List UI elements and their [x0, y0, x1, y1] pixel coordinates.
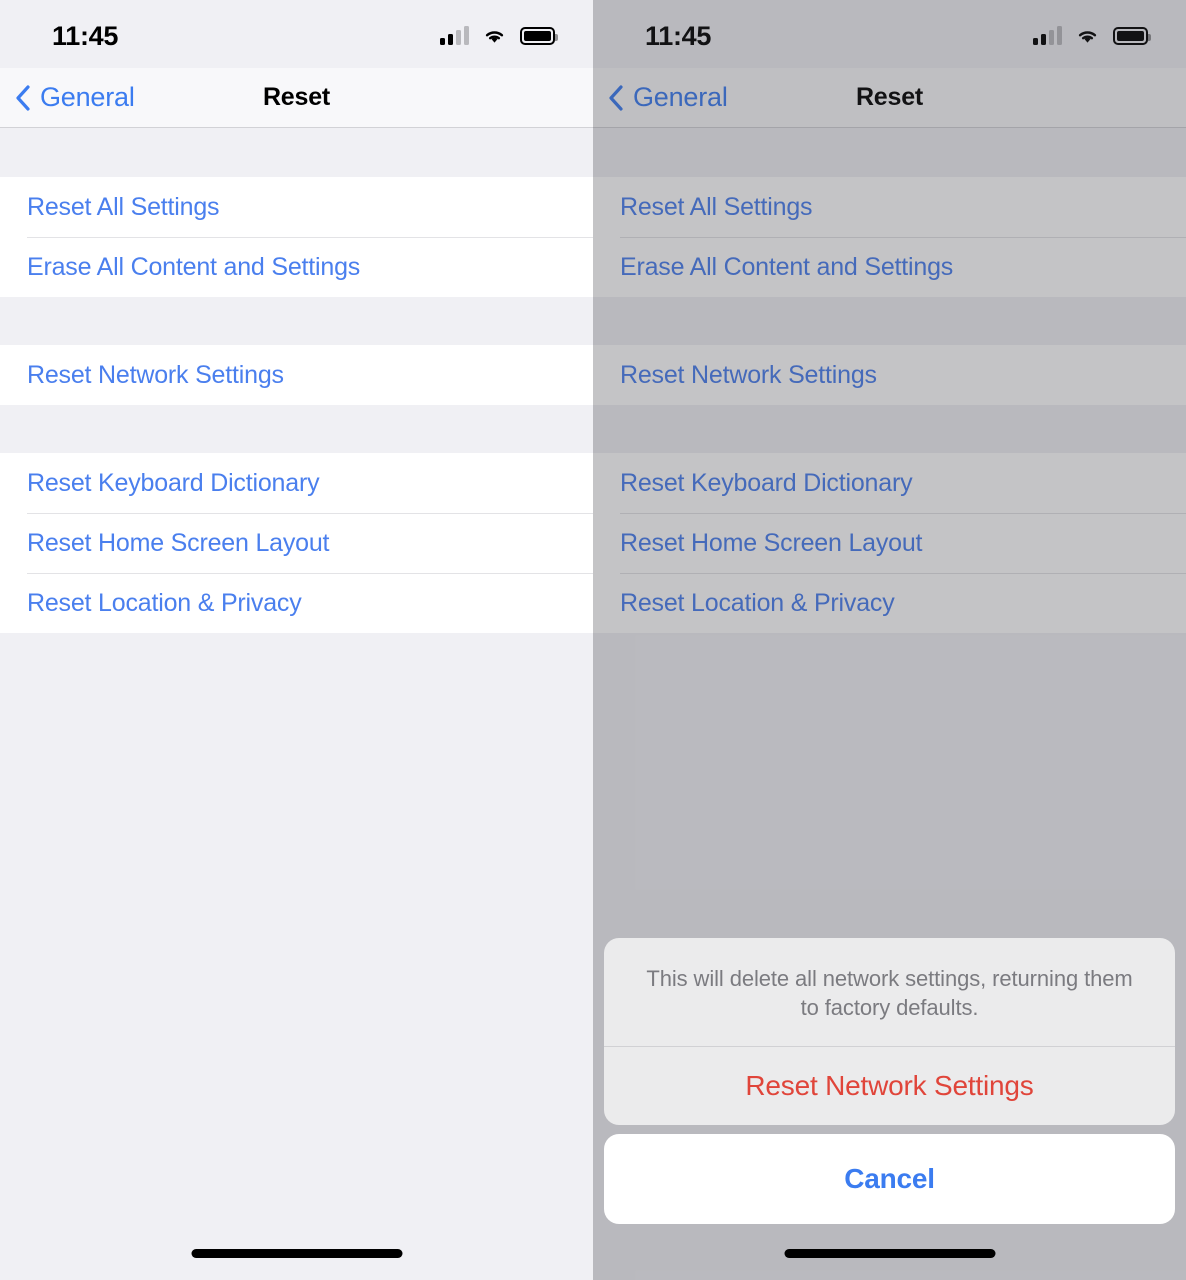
list-item-label: Reset Keyboard Dictionary — [620, 468, 913, 497]
back-button-general[interactable]: General — [607, 82, 728, 113]
settings-group-2: Reset Network Settings — [593, 345, 1186, 405]
list-item-reset-location-privacy[interactable]: Reset Location & Privacy — [593, 573, 1186, 633]
list-item-label: Reset Network Settings — [620, 360, 877, 389]
section-spacer — [593, 128, 1186, 177]
list-item-label: Erase All Content and Settings — [27, 252, 361, 281]
back-button-label: General — [633, 82, 728, 112]
chevron-left-icon — [607, 84, 625, 112]
settings-group-2: Reset Network Settings — [0, 345, 593, 405]
phone-screen-reset-alert: 11:45 General Reset Reset All Settings E… — [593, 0, 1186, 1280]
list-item-label: Reset All Settings — [27, 192, 220, 221]
list-item-reset-network-settings[interactable]: Reset Network Settings — [0, 345, 593, 405]
status-bar-time: 11:45 — [645, 20, 712, 51]
list-item-reset-network-settings[interactable]: Reset Network Settings — [593, 345, 1186, 405]
status-bar-icons — [440, 26, 558, 45]
reset-network-settings-button[interactable]: Reset Network Settings — [604, 1047, 1175, 1125]
status-bar-icons — [1033, 26, 1151, 45]
list-item-label: Reset Network Settings — [27, 360, 284, 389]
settings-group-3: Reset Keyboard Dictionary Reset Home Scr… — [593, 453, 1186, 633]
list-item-erase-all-content[interactable]: Erase All Content and Settings — [593, 237, 1186, 297]
cancel-button[interactable]: Cancel — [604, 1134, 1175, 1224]
settings-group-1: Reset All Settings Erase All Content and… — [0, 177, 593, 297]
settings-list: Reset All Settings Erase All Content and… — [593, 128, 1186, 633]
list-item-label: Reset Location & Privacy — [620, 588, 895, 617]
action-sheet-panel: This will delete all network settings, r… — [604, 937, 1175, 1125]
cellular-bars-icon — [440, 26, 469, 45]
list-item-reset-home-screen-layout[interactable]: Reset Home Screen Layout — [0, 513, 593, 573]
navigation-bar: General Reset — [0, 68, 593, 128]
section-spacer — [593, 297, 1186, 345]
status-bar: 11:45 — [593, 0, 1186, 68]
section-spacer — [0, 405, 593, 453]
settings-list: Reset All Settings Erase All Content and… — [0, 128, 593, 633]
back-button-label: General — [40, 82, 135, 112]
action-sheet: This will delete all network settings, r… — [604, 937, 1175, 1224]
phone-screen-reset: 11:45 General Reset Reset All Settings E… — [0, 0, 593, 1280]
home-indicator[interactable] — [784, 1249, 995, 1258]
list-item-erase-all-content[interactable]: Erase All Content and Settings — [0, 237, 593, 297]
back-button-general[interactable]: General — [14, 82, 135, 113]
action-sheet-message: This will delete all network settings, r… — [604, 938, 1175, 1047]
list-item-label: Reset Keyboard Dictionary — [27, 468, 320, 497]
list-item-label: Reset Location & Privacy — [27, 588, 302, 617]
section-spacer — [0, 128, 593, 177]
list-item-label: Reset Home Screen Layout — [620, 528, 923, 557]
battery-icon — [520, 27, 558, 45]
list-item-reset-keyboard-dictionary[interactable]: Reset Keyboard Dictionary — [0, 453, 593, 513]
status-bar: 11:45 — [0, 0, 593, 68]
cellular-bars-icon — [1033, 26, 1062, 45]
section-spacer — [0, 297, 593, 345]
settings-group-1: Reset All Settings Erase All Content and… — [593, 177, 1186, 297]
screenshot-comparison: 11:45 General Reset Reset All Settings E… — [0, 0, 1186, 1280]
settings-group-3: Reset Keyboard Dictionary Reset Home Scr… — [0, 453, 593, 633]
list-item-reset-home-screen-layout[interactable]: Reset Home Screen Layout — [593, 513, 1186, 573]
wifi-icon — [482, 27, 507, 45]
list-item-reset-location-privacy[interactable]: Reset Location & Privacy — [0, 573, 593, 633]
section-spacer — [593, 405, 1186, 453]
list-item-reset-keyboard-dictionary[interactable]: Reset Keyboard Dictionary — [593, 453, 1186, 513]
chevron-left-icon — [14, 84, 32, 112]
battery-icon — [1113, 27, 1151, 45]
list-item-label: Reset Home Screen Layout — [27, 528, 330, 557]
home-indicator[interactable] — [191, 1249, 402, 1258]
status-bar-time: 11:45 — [52, 20, 119, 51]
list-item-reset-all-settings[interactable]: Reset All Settings — [0, 177, 593, 237]
list-item-reset-all-settings[interactable]: Reset All Settings — [593, 177, 1186, 237]
navigation-bar: General Reset — [593, 68, 1186, 128]
list-item-label: Reset All Settings — [620, 192, 813, 221]
wifi-icon — [1075, 27, 1100, 45]
list-item-label: Erase All Content and Settings — [620, 252, 954, 281]
